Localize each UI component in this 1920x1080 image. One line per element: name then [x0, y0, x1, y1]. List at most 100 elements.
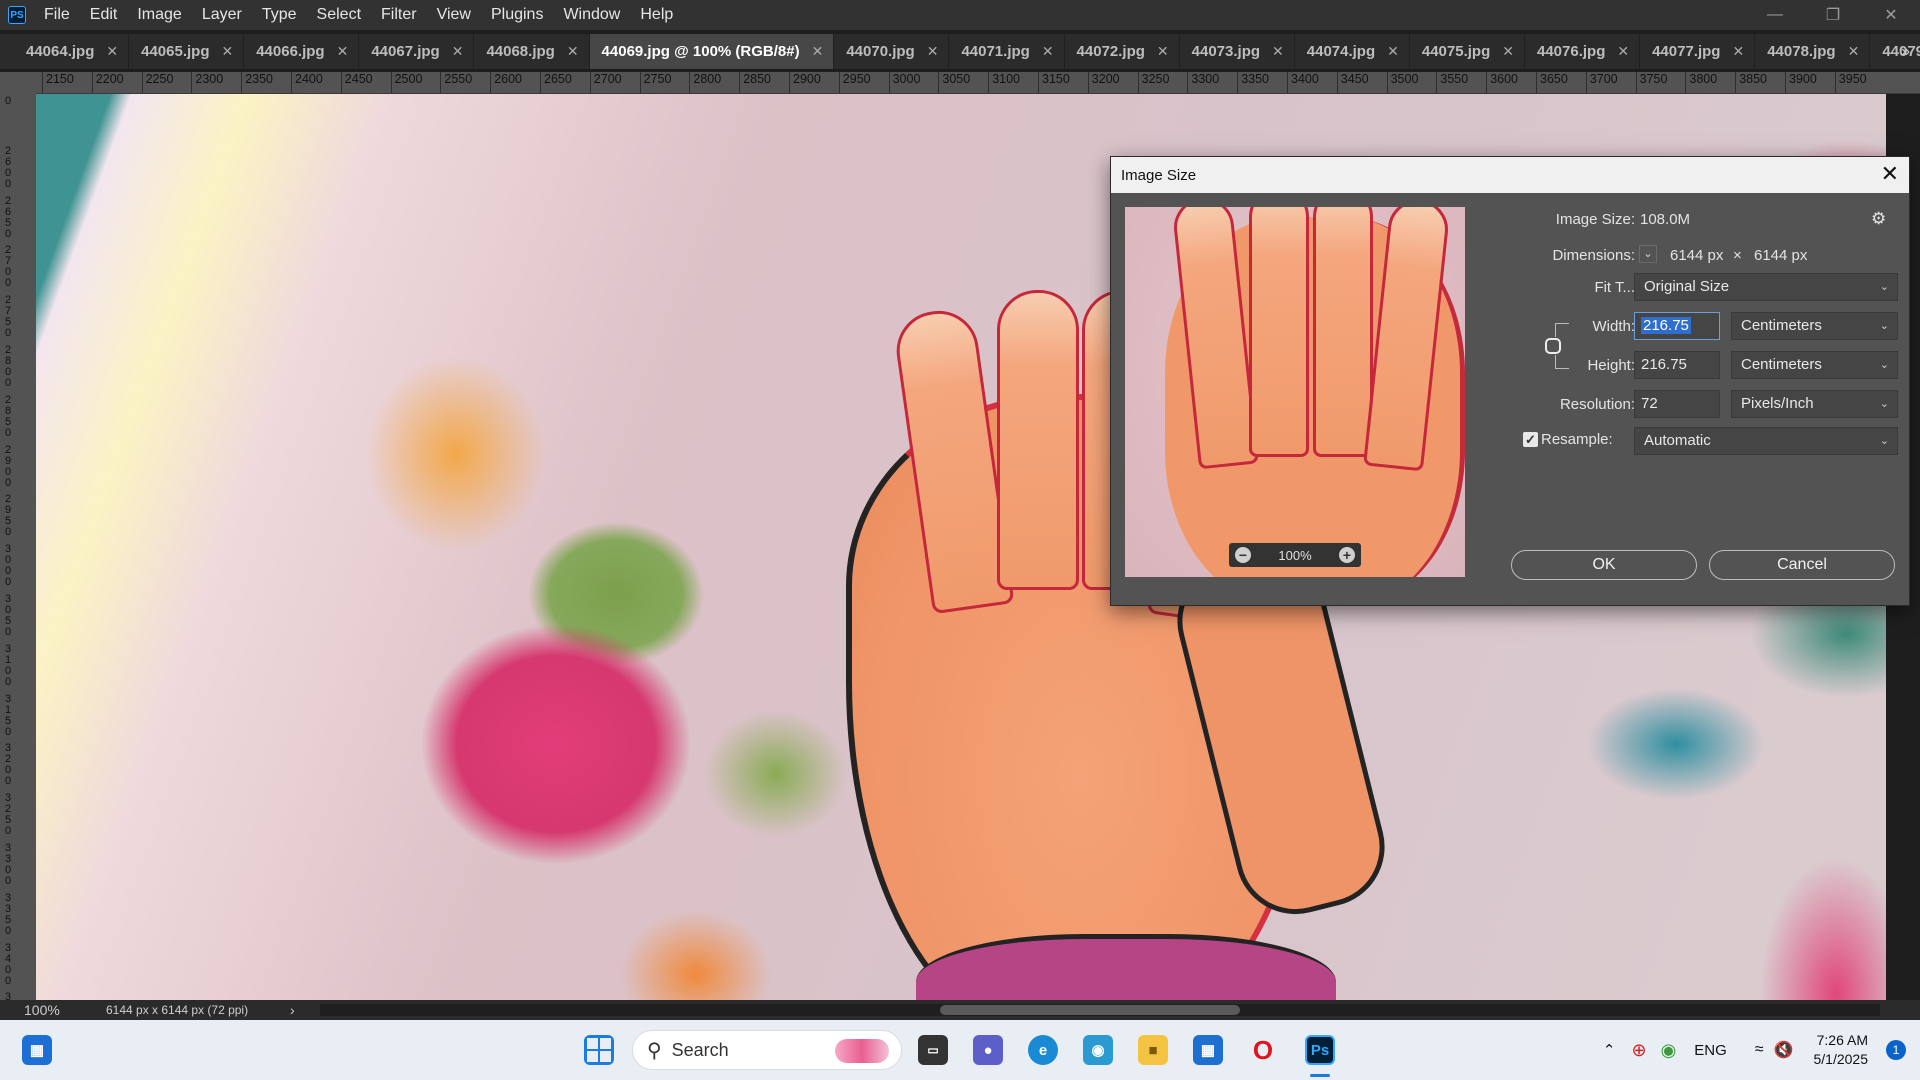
ruler-tick-label: 3200: [4, 742, 12, 788]
zoom-out-icon[interactable]: −: [1235, 547, 1251, 563]
edge-browser-icon[interactable]: e: [1028, 1035, 1058, 1065]
widgets-icon[interactable]: ▦: [22, 1035, 52, 1065]
width-unit-select[interactable]: Centimeters ⌄: [1731, 312, 1898, 340]
document-tab[interactable]: 44070.jpg ✕: [834, 34, 950, 69]
document-tab[interactable]: 44068.jpg ✕: [474, 34, 590, 69]
close-tab-icon[interactable]: ✕: [1042, 43, 1054, 60]
zoom-level[interactable]: 100%: [0, 1002, 76, 1018]
close-tab-icon[interactable]: ✕: [1387, 43, 1399, 60]
close-tab-icon[interactable]: ✕: [221, 43, 233, 60]
close-tab-icon[interactable]: ✕: [1848, 43, 1860, 60]
image-preview[interactable]: − 100% +: [1125, 207, 1465, 577]
ruler-tick-label: 3950: [1834, 72, 1867, 93]
document-tab[interactable]: 44073.jpg ✕: [1179, 34, 1295, 69]
windows-start-icon[interactable]: [584, 1035, 614, 1065]
scrollbar-thumb[interactable]: [940, 1005, 1240, 1015]
close-tab-icon[interactable]: ✕: [337, 43, 349, 60]
document-tab[interactable]: 44071.jpg ✕: [949, 34, 1065, 69]
height-input[interactable]: 216.75: [1634, 351, 1720, 379]
resample-checkbox[interactable]: ✓: [1523, 432, 1538, 447]
dimensions-height: 6144 px: [1754, 247, 1808, 264]
document-tab[interactable]: 44077.jpg ✕: [1640, 34, 1756, 69]
wifi-icon[interactable]: ≈: [1755, 1041, 1764, 1059]
fit-to-select[interactable]: Original Size ⌄: [1634, 273, 1898, 301]
document-tab[interactable]: 44067.jpg ✕: [359, 34, 475, 69]
menu-plugins[interactable]: Plugins: [481, 0, 553, 30]
task-view-icon[interactable]: ▭: [918, 1035, 948, 1065]
volume-muted-icon[interactable]: 🔇: [1774, 1040, 1794, 1060]
status-menu-chevron-icon[interactable]: ›: [290, 1002, 295, 1018]
document-tab[interactable]: 44065.jpg ✕: [129, 34, 245, 69]
resample-select[interactable]: Automatic ⌄: [1634, 427, 1898, 455]
menu-filter[interactable]: Filter: [371, 0, 427, 30]
clock[interactable]: 7:26 AM 5/1/2025: [1814, 1031, 1869, 1069]
microsoft-store-icon[interactable]: ▦: [1193, 1035, 1223, 1065]
taskbar-search-box[interactable]: ⚲ Search: [632, 1030, 902, 1070]
menu-type[interactable]: Type: [252, 0, 307, 30]
document-tab[interactable]: 44075.jpg ✕: [1409, 34, 1525, 69]
artwork-finger: [997, 290, 1079, 590]
chevron-up-icon[interactable]: ⌃: [1603, 1041, 1616, 1059]
menu-edit[interactable]: Edit: [80, 0, 128, 30]
photos-icon[interactable]: ◉: [1083, 1035, 1113, 1065]
width-input[interactable]: 216.75: [1634, 312, 1720, 340]
ruler-tick-label: 2550: [440, 72, 472, 93]
language-indicator[interactable]: ENG: [1694, 1042, 1727, 1059]
document-tab[interactable]: 44074.jpg ✕: [1294, 34, 1410, 69]
ok-button[interactable]: OK: [1511, 550, 1697, 580]
close-tab-icon[interactable]: ✕: [1272, 43, 1284, 60]
settings-gear-icon[interactable]: ⚙: [1871, 209, 1886, 229]
close-tab-icon[interactable]: ✕: [1732, 43, 1744, 60]
minimize-icon[interactable]: —: [1746, 0, 1804, 30]
zoom-in-icon[interactable]: +: [1339, 547, 1355, 563]
document-tab[interactable]: 44066.jpg ✕: [244, 34, 360, 69]
ruler-tick-label: 0: [4, 95, 12, 107]
document-tab[interactable]: 44078.jpg ✕: [1755, 34, 1871, 69]
dimensions-chevron-icon[interactable]: ⌄: [1639, 245, 1657, 263]
document-tab[interactable]: 44072.jpg ✕: [1064, 34, 1180, 69]
notification-badge[interactable]: 1: [1886, 1040, 1906, 1060]
close-dialog-icon[interactable]: ✕: [1881, 161, 1899, 187]
document-info[interactable]: 6144 px x 6144 px (72 ppi): [76, 1003, 286, 1017]
tab-label: 44066.jpg: [256, 43, 325, 60]
tab-overflow-icon[interactable]: »: [1901, 34, 1910, 70]
restore-icon[interactable]: ❐: [1804, 0, 1862, 30]
height-unit-select[interactable]: Centimeters ⌄: [1731, 351, 1898, 379]
menu-file[interactable]: File: [34, 0, 80, 30]
preview-finger: [1171, 207, 1259, 470]
menu-help[interactable]: Help: [630, 0, 683, 30]
cancel-button[interactable]: Cancel: [1709, 550, 1895, 580]
photoshop-taskbar-icon[interactable]: Ps: [1305, 1035, 1335, 1065]
globe-icon[interactable]: ◉: [1661, 1040, 1677, 1061]
document-tab[interactable]: 44064.jpg ✕: [14, 34, 130, 69]
resolution-unit-select[interactable]: Pixels/Inch ⌄: [1731, 390, 1898, 418]
menu-window[interactable]: Window: [553, 0, 630, 30]
close-tab-icon[interactable]: ✕: [567, 43, 579, 60]
resolution-input[interactable]: 72: [1634, 390, 1720, 418]
close-tab-icon[interactable]: ✕: [452, 43, 464, 60]
horizontal-scrollbar[interactable]: [320, 1004, 1880, 1016]
menu-view[interactable]: View: [427, 0, 481, 30]
opera-browser-icon[interactable]: O: [1248, 1035, 1278, 1065]
close-window-icon[interactable]: ✕: [1862, 0, 1920, 30]
document-tab[interactable]: 44079.jpg: [1870, 34, 1920, 69]
teams-icon[interactable]: ●: [973, 1035, 1003, 1065]
close-tab-icon[interactable]: ✕: [106, 43, 118, 60]
document-tab-active[interactable]: 44069.jpg @ 100% (RGB/8#) ✕: [589, 34, 835, 69]
menu-layer[interactable]: Layer: [192, 0, 252, 30]
file-explorer-icon[interactable]: ■: [1138, 1035, 1168, 1065]
dimensions-times: ×: [1733, 247, 1742, 264]
document-tab[interactable]: 44076.jpg ✕: [1524, 34, 1641, 69]
close-tab-icon[interactable]: ✕: [927, 43, 939, 60]
close-tab-icon[interactable]: ✕: [1157, 43, 1169, 60]
menu-image[interactable]: Image: [127, 0, 191, 30]
artwork-sleeve: [916, 934, 1336, 1000]
close-tab-icon[interactable]: ✕: [1502, 43, 1514, 60]
menu-select[interactable]: Select: [307, 0, 371, 30]
close-tab-icon[interactable]: ✕: [812, 43, 824, 60]
dialog-title-bar[interactable]: Image Size ✕: [1111, 157, 1909, 193]
vpn-icon[interactable]: ⊕: [1631, 1040, 1646, 1061]
active-app-indicator: [1310, 1074, 1330, 1077]
close-tab-icon[interactable]: ✕: [1617, 43, 1629, 60]
tab-label: 44069.jpg @ 100% (RGB/8#): [601, 43, 800, 60]
